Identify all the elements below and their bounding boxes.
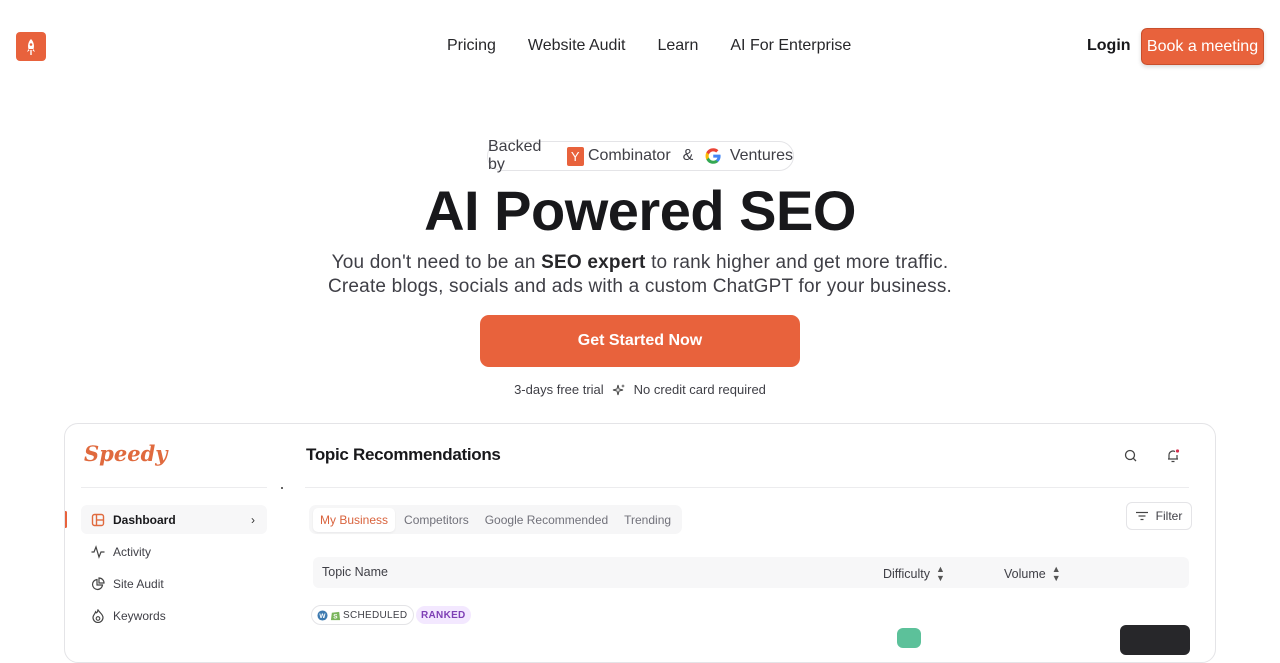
table-header: Topic Name Difficulty ▲ ▼ Volume ▲ ▼ bbox=[313, 557, 1189, 588]
book-meeting-button[interactable]: Book a meeting bbox=[1141, 28, 1264, 65]
backed-by-label: Backed by bbox=[488, 138, 542, 173]
sidebar-item-label: Activity bbox=[113, 544, 152, 559]
tab-competitors[interactable]: Competitors bbox=[397, 508, 476, 532]
filter-label: Filter bbox=[1155, 509, 1183, 523]
google-ventures-label: Ventures bbox=[729, 147, 793, 164]
wordpress-icon: W bbox=[317, 609, 328, 621]
subtitle-emphasis: SEO expert bbox=[541, 252, 646, 273]
top-nav: Pricing Website Audit Learn AI For Enter… bbox=[0, 0, 1280, 92]
scheduled-badge: W S SCHEDULED bbox=[311, 605, 415, 625]
tab-google-recommended[interactable]: Google Recommended bbox=[478, 508, 615, 532]
nav-link-website-audit[interactable]: Website Audit bbox=[528, 36, 626, 56]
get-started-button[interactable]: Get Started Now bbox=[480, 315, 800, 367]
tab-trending[interactable]: Trending bbox=[617, 508, 678, 532]
hero-title: AI Powered SEO bbox=[424, 179, 856, 242]
row-action-button[interactable] bbox=[1120, 625, 1190, 655]
sidebar-item-label: Dashboard bbox=[113, 512, 176, 527]
filter-button[interactable]: Filter bbox=[1126, 502, 1192, 530]
subtitle-line-2: Create blogs, socials and ads with a cus… bbox=[327, 276, 953, 297]
filter-icon bbox=[1135, 511, 1148, 521]
hero-subtitle: You don't need to be an SEO expert to ra… bbox=[0, 251, 1280, 299]
ampersand: & bbox=[682, 147, 694, 164]
sidebar-divider bbox=[81, 487, 267, 488]
column-topic-name: Topic Name bbox=[322, 565, 388, 579]
app-preview: Speedy Dashboard › Activity Site Audit K… bbox=[64, 423, 1216, 663]
subtitle-text: to rank higher and get more traffic. bbox=[651, 252, 949, 273]
app-brand-logo: Speedy bbox=[84, 441, 168, 466]
column-label: Topic Name bbox=[322, 565, 388, 579]
free-trial-text: 3-days free trial bbox=[514, 382, 604, 397]
shopify-icon: S bbox=[330, 611, 341, 620]
flame-icon bbox=[92, 608, 104, 623]
y-combinator-icon: Y bbox=[566, 146, 584, 166]
tab-my-business[interactable]: My Business bbox=[313, 507, 396, 532]
notification-bell-icon[interactable] bbox=[1165, 448, 1181, 464]
column-difficulty[interactable]: Difficulty ▲ ▼ bbox=[883, 565, 945, 583]
sort-icon[interactable]: ▲ ▼ bbox=[936, 565, 945, 583]
active-marker bbox=[65, 511, 67, 528]
rocket-icon bbox=[27, 38, 35, 55]
nav-link-pricing[interactable]: Pricing bbox=[447, 36, 496, 56]
nav-link-learn[interactable]: Learn bbox=[657, 36, 698, 56]
ranked-badge: RANKED bbox=[416, 606, 471, 624]
sidebar-item-dashboard[interactable]: Dashboard › bbox=[81, 505, 267, 534]
sidebar-item-label: Keywords bbox=[113, 608, 166, 623]
subtitle-text: You don't need to be an bbox=[331, 252, 536, 273]
decorative-dot bbox=[281, 487, 283, 489]
header-divider bbox=[305, 487, 1189, 488]
column-label: Difficulty bbox=[883, 567, 931, 581]
sidebar-item-activity[interactable]: Activity bbox=[81, 537, 267, 566]
chevron-right-icon: › bbox=[251, 512, 255, 527]
subtitle-line-1: You don't need to be an SEO expert to ra… bbox=[0, 251, 1280, 275]
search-icon[interactable] bbox=[1123, 448, 1139, 464]
layout-icon bbox=[91, 513, 105, 526]
difficulty-chip bbox=[897, 628, 921, 648]
trial-info: 3-days free trial No credit card require… bbox=[0, 382, 1280, 397]
topic-tabs: My Business Competitors Google Recommend… bbox=[309, 505, 683, 534]
google-icon bbox=[705, 148, 721, 164]
sidebar-item-site-audit[interactable]: Site Audit bbox=[81, 569, 267, 598]
scheduled-label: SCHEDULED bbox=[343, 609, 408, 621]
y-combinator-label: Combinator bbox=[587, 147, 671, 164]
sparkle-icon bbox=[612, 383, 625, 395]
no-credit-card-text: No credit card required bbox=[633, 382, 766, 397]
nav-links: Pricing Website Audit Learn AI For Enter… bbox=[447, 36, 851, 56]
svg-text:W: W bbox=[319, 612, 326, 619]
page-title: Topic Recommendations bbox=[306, 445, 501, 464]
sidebar-item-keywords[interactable]: Keywords bbox=[81, 601, 267, 630]
login-link[interactable]: Login bbox=[1087, 36, 1131, 56]
column-volume[interactable]: Volume ▲ ▼ bbox=[1004, 565, 1061, 583]
pie-chart-icon bbox=[91, 576, 105, 590]
svg-text:S: S bbox=[333, 613, 338, 620]
sidebar-item-label: Site Audit bbox=[113, 576, 164, 591]
backed-by-badge: Backed by Y Combinator & Ventures bbox=[487, 138, 794, 173]
nav-link-ai-enterprise[interactable]: AI For Enterprise bbox=[730, 36, 851, 56]
sort-icon[interactable]: ▲ ▼ bbox=[1052, 565, 1061, 583]
column-label: Volume bbox=[1004, 567, 1046, 581]
activity-icon bbox=[91, 544, 105, 559]
logo-link[interactable] bbox=[16, 32, 46, 61]
